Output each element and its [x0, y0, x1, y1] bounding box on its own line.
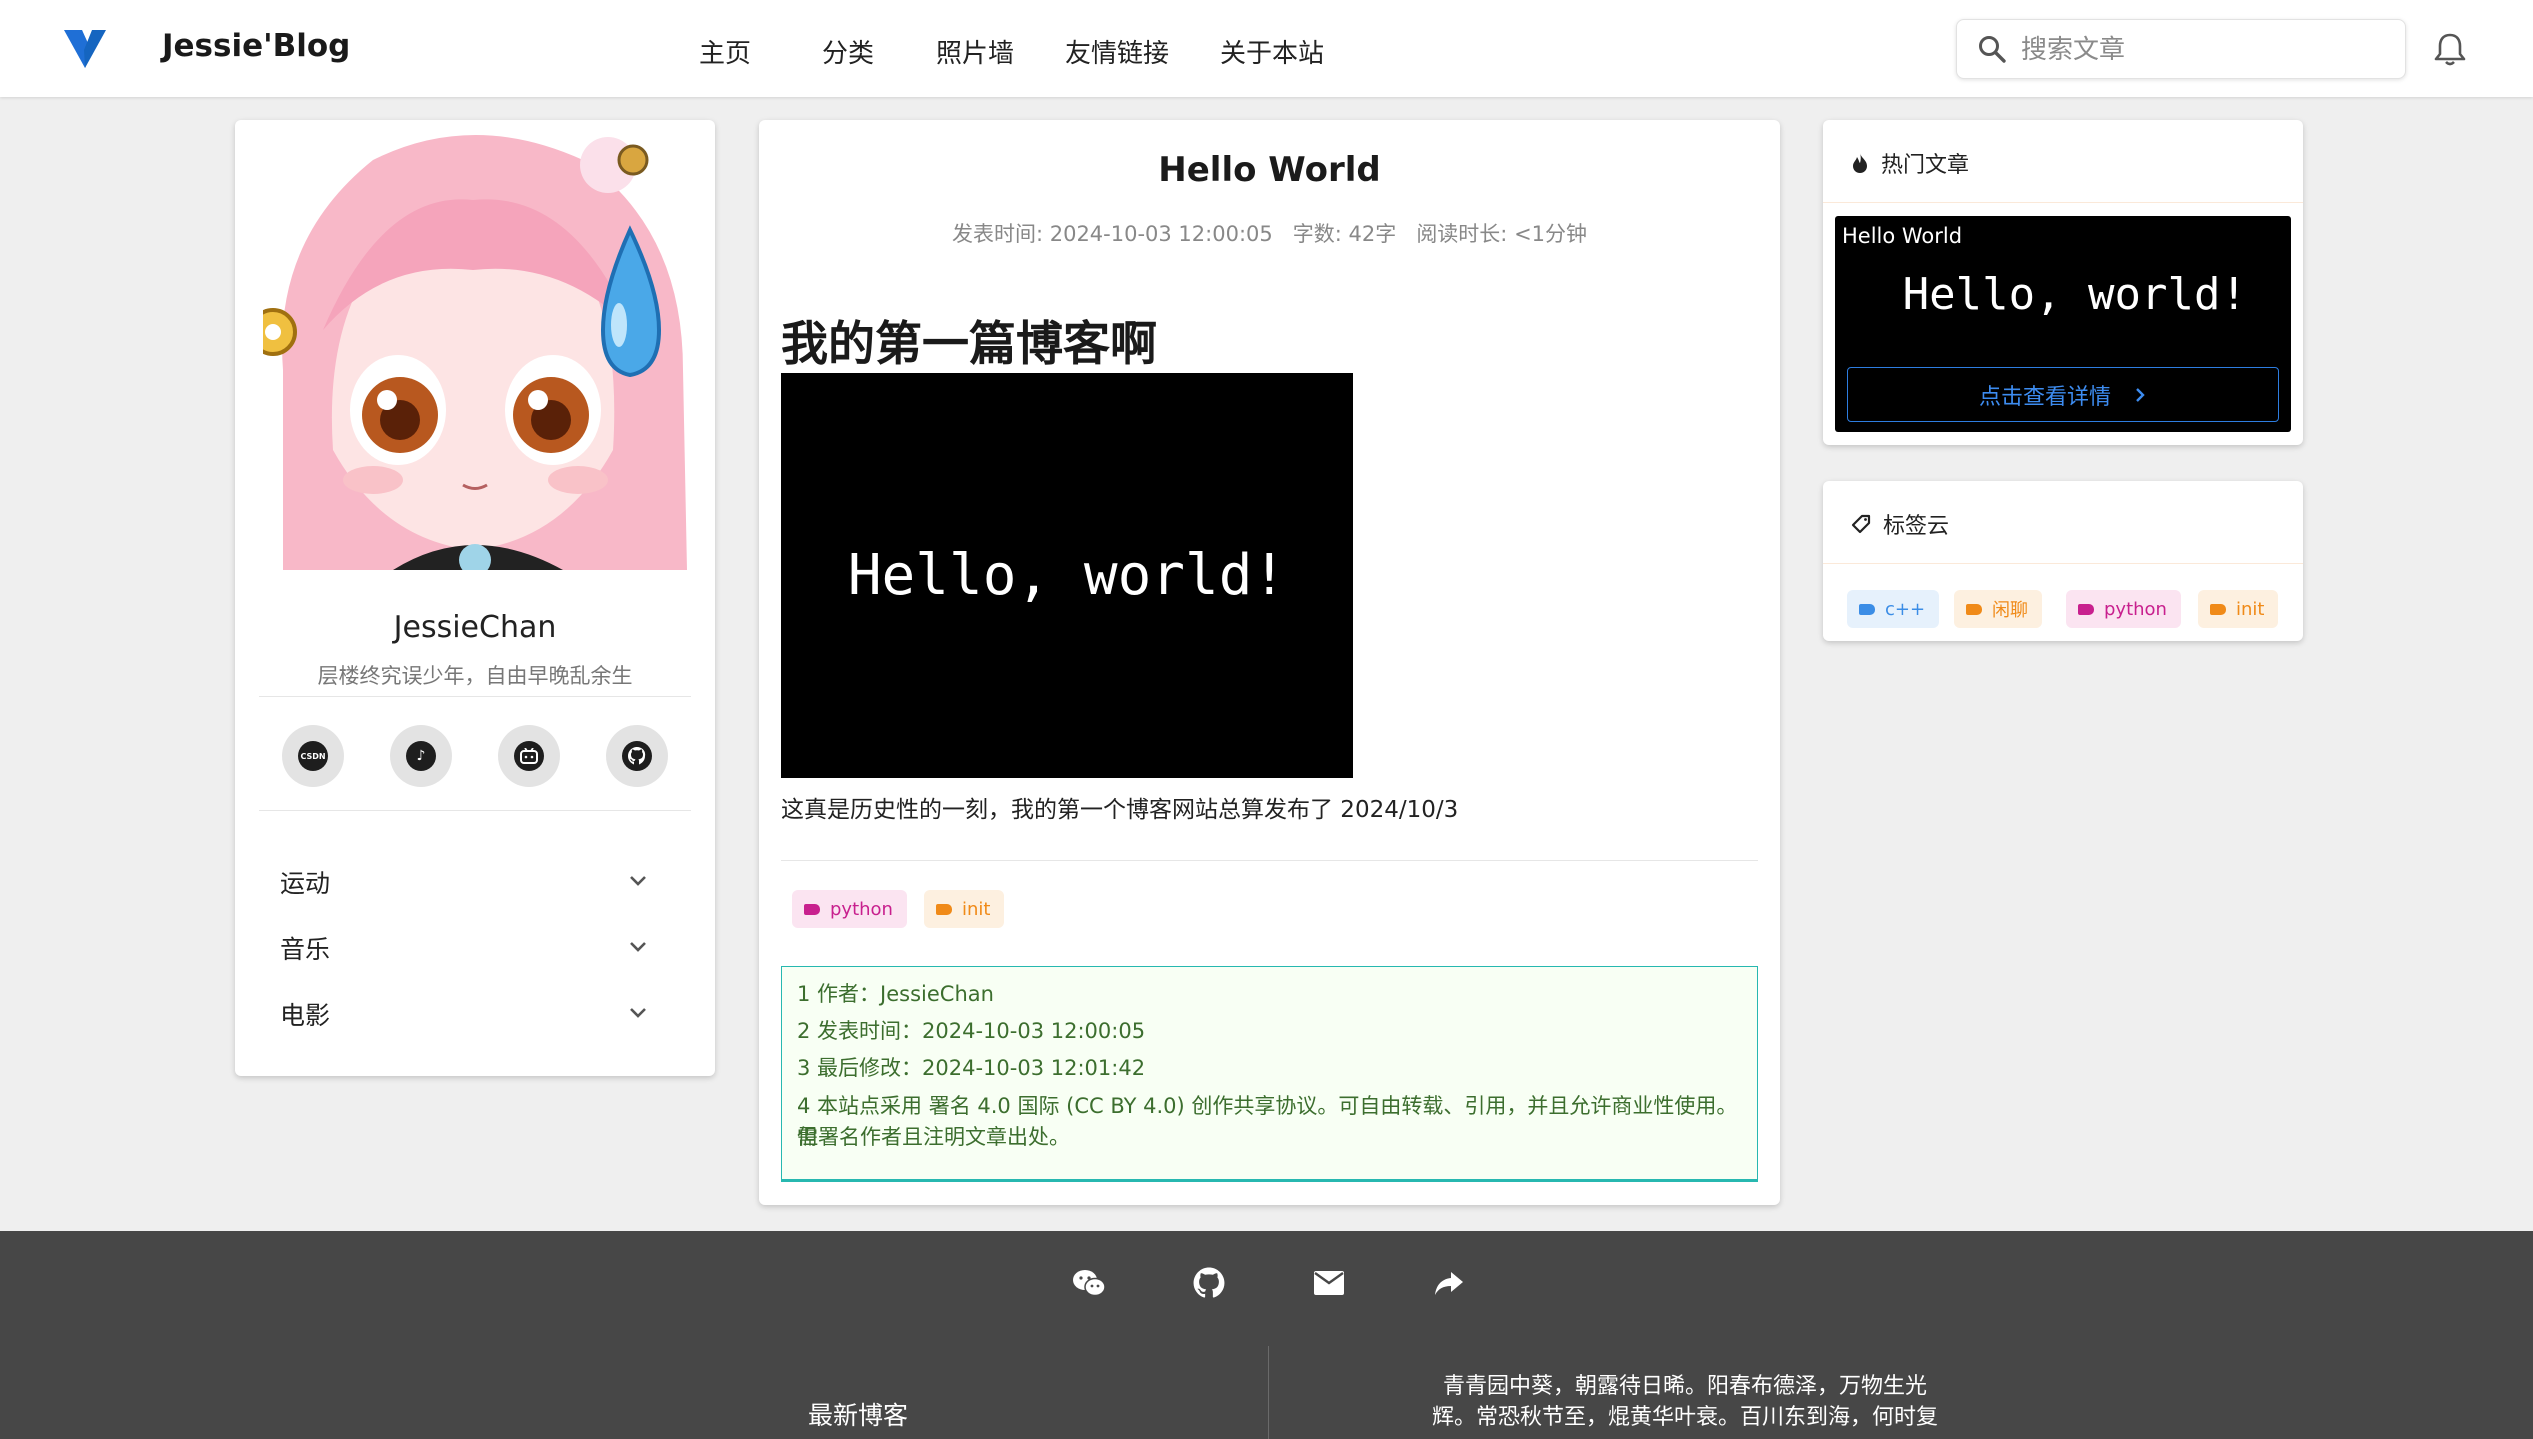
post-meta: 发表时间: 2024-10-03 12:00:05 字数: 42字 阅读时长: …	[759, 218, 1780, 248]
read-time: 阅读时长: <1分钟	[1416, 222, 1588, 246]
search-box[interactable]	[1956, 19, 2406, 79]
nav-about[interactable]: 关于本站	[1220, 33, 1324, 70]
nav-friend-links[interactable]: 友情链接	[1065, 33, 1169, 70]
footer-divider	[1268, 1346, 1269, 1439]
copyright-notice: 1 作者：JessieChan 2 发表时间：2024-10-03 12:00:…	[781, 966, 1758, 1182]
menu-item-label: 音乐	[280, 935, 331, 964]
tag-label: python	[2104, 598, 2167, 620]
footer: 最新博客 青青园中葵，朝露待日晞。阳春布德泽，万物生光 辉。常恐秋节至，焜黄华叶…	[0, 1231, 2533, 1439]
post-heading: 我的第一篇博客啊	[781, 317, 1157, 372]
social-divider	[259, 810, 691, 811]
csdn-icon: CSDN	[298, 741, 328, 771]
hot-articles-card: 热门文章 Hello World Hello, world! 点击查看详情	[1823, 120, 2303, 445]
menu-item-movies[interactable]: 电影	[280, 996, 650, 1036]
tag-icon	[936, 903, 952, 915]
csdn-link[interactable]: CSDN	[282, 725, 344, 787]
github-link[interactable]	[606, 725, 668, 787]
tag-label: init	[2236, 598, 2265, 620]
bell-icon[interactable]	[2433, 31, 2467, 67]
github-icon[interactable]	[1189, 1263, 1229, 1303]
tag-cloud-header: 标签云	[1851, 508, 1949, 540]
hot-articles-header: 热门文章	[1851, 147, 1969, 179]
tiktok-icon: ♪	[406, 741, 436, 771]
mail-icon[interactable]	[1309, 1263, 1349, 1303]
avatar	[263, 120, 687, 570]
bilibili-icon	[514, 741, 544, 771]
nav-photo-wall[interactable]: 照片墙	[936, 33, 1014, 70]
tag-label: 闲聊	[1992, 600, 2028, 621]
profile-divider	[259, 696, 691, 697]
tag-icon	[1859, 603, 1875, 615]
post-card: Hello World 发表时间: 2024-10-03 12:00:05 字数…	[759, 120, 1780, 1205]
profile-name: JessieChan	[393, 610, 557, 645]
publish-time: 发表时间: 2024-10-03 12:00:05	[951, 222, 1273, 246]
poem-line: 辉。常恐秋节至，焜黄华叶衰。百川东到海，何时复	[1431, 1405, 1938, 1430]
fire-icon	[1853, 153, 1867, 173]
tag-icon	[804, 903, 820, 915]
profile-motto: 层楼终究误少年，自由早晚乱余生	[317, 664, 633, 688]
view-details-button[interactable]: 点击查看详情	[1847, 367, 2279, 422]
profile-card: JessieChan 层楼终究误少年，自由早晚乱余生 CSDN ♪ 运动 音乐 …	[235, 120, 715, 1076]
nav-home[interactable]: 主页	[699, 33, 751, 70]
word-count: 字数: 42字	[1292, 222, 1397, 246]
copyright-modified: 3 最后修改：2024-10-03 12:01:42	[797, 1056, 1146, 1080]
chevron-right-icon	[2136, 387, 2145, 402]
tag-cloud-cpp[interactable]: c++	[1847, 590, 1940, 628]
tag-cloud-init[interactable]: init	[2198, 590, 2279, 628]
post-image-text: Hello, world!	[847, 543, 1287, 608]
wechat-icon[interactable]	[1069, 1263, 1109, 1303]
recent-posts-title: 最新博客	[808, 1401, 909, 1430]
tag-cloud-python[interactable]: python	[2066, 590, 2181, 628]
top-app-bar: Jessie'Blog 主页 分类 照片墙 友情链接 关于本站	[0, 0, 2533, 97]
copyright-author: 1 作者：JessieChan	[797, 982, 994, 1006]
chevron-down-icon	[630, 942, 646, 952]
chevron-down-icon	[630, 1008, 646, 1018]
hot-article-image: Hello, world!	[1835, 264, 2291, 324]
nav-categories[interactable]: 分类	[822, 33, 874, 70]
search-input[interactable]	[2019, 28, 2393, 72]
menu-item-label: 运动	[280, 869, 331, 898]
share-icon[interactable]	[1429, 1263, 1469, 1303]
menu-item-label: 电影	[280, 1001, 331, 1030]
post-tag-init[interactable]: init	[924, 890, 1005, 928]
post-title: Hello World	[1158, 150, 1381, 190]
tag-icon	[1966, 603, 1982, 615]
tag-icon	[2078, 603, 2094, 615]
hot-article-item[interactable]: Hello World Hello, world! 点击查看详情	[1835, 216, 2291, 432]
tag-label: c++	[1885, 598, 1926, 620]
tag-label: python	[830, 898, 893, 920]
hot-articles-title: 热门文章	[1881, 153, 1970, 178]
tag-icon	[1851, 514, 1871, 534]
footer-poem: 青青园中葵，朝露待日晞。阳春布德泽，万物生光 辉。常恐秋节至，焜黄华叶衰。百川东…	[1420, 1371, 1950, 1433]
hot-article-title: Hello World	[1842, 224, 1963, 248]
chevron-down-icon	[630, 876, 646, 886]
copyright-published: 2 发表时间：2024-10-03 12:00:05	[797, 1019, 1146, 1043]
post-image: Hello, world!	[781, 373, 1353, 778]
bilibili-link[interactable]	[498, 725, 560, 787]
tag-cloud-title: 标签云	[1883, 514, 1950, 539]
tag-cloud-chat[interactable]: 闲聊	[1954, 590, 2042, 628]
tag-cloud-divider	[1823, 563, 2303, 564]
menu-item-sports[interactable]: 运动	[280, 864, 650, 904]
tiktok-link[interactable]: ♪	[390, 725, 452, 787]
poem-line: 青青园中葵，朝露待日晞。阳春布德泽，万物生光	[1442, 1374, 1927, 1399]
copyright-license-cont: 需署名作者且注明文章出处。	[797, 1125, 1070, 1149]
tag-cloud-card: 标签云 c++ 闲聊 python init	[1823, 481, 2303, 641]
hot-article-image-text: Hello, world!	[1902, 268, 2247, 320]
post-paragraph: 这真是历史性的一刻，我的第一个博客网站总算发布了 2024/10/3	[781, 797, 1459, 823]
vuetify-logo-icon[interactable]	[62, 28, 108, 70]
tag-icon	[2210, 603, 2226, 615]
post-divider	[781, 860, 1758, 861]
hot-divider	[1823, 202, 2303, 203]
view-details-label: 点击查看详情	[1978, 384, 2111, 410]
post-tag-python[interactable]: python	[792, 890, 907, 928]
tag-label: init	[962, 898, 991, 920]
github-icon	[622, 741, 652, 771]
menu-item-music[interactable]: 音乐	[280, 930, 650, 970]
brand-name[interactable]: Jessie'Blog	[162, 28, 350, 64]
search-icon	[1977, 34, 2007, 68]
